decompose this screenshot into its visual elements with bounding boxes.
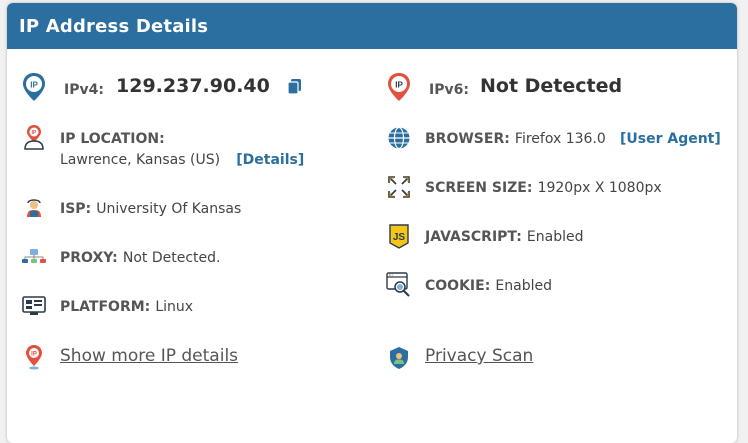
proxy-label: PROXY: (60, 250, 118, 266)
isp-icon (21, 195, 47, 221)
card-header: IP Address Details (7, 3, 737, 49)
ipv4-row: IPv4: (64, 79, 104, 98)
shield-user-icon (386, 345, 412, 371)
browser-label: BROWSER: (425, 131, 510, 147)
javascript-row: JAVASCRIPT: Enabled (425, 226, 583, 245)
cookie-label: COOKIE: (425, 278, 491, 294)
isp-value: University Of Kansas (96, 201, 242, 217)
cookie-search-icon (386, 271, 412, 297)
proxy-row: PROXY: Not Detected. (60, 247, 220, 266)
svg-text:IP: IP (30, 81, 38, 90)
user-agent-link[interactable]: [User Agent] (620, 131, 721, 147)
javascript-icon: JS (386, 223, 412, 249)
card-title: IP Address Details (19, 15, 209, 37)
svg-text:IP: IP (32, 130, 37, 136)
show-more-row: Show more IP details (60, 346, 238, 366)
svg-text:IP: IP (395, 81, 403, 90)
ipv6-row: IPv6: (429, 79, 469, 98)
proxy-value: Not Detected. (122, 250, 221, 266)
ipv4-value: 129.237.90.40 (116, 75, 270, 97)
cookie-row: COOKIE: Enabled (425, 275, 552, 294)
expand-arrows-icon (386, 174, 412, 200)
privacy-scan-link[interactable]: Privacy Scan (425, 346, 533, 366)
location-details-link[interactable]: [Details] (236, 152, 304, 168)
ip-details-card: IP Address Details IP IPv4: 129.237.90.4… (7, 3, 737, 443)
ipv6-value-wrap: Not Detected (480, 75, 622, 97)
platform-row: PLATFORM: Linux (60, 296, 193, 315)
cookie-value: Enabled (495, 278, 552, 294)
javascript-value: Enabled (526, 229, 584, 245)
javascript-label: JAVASCRIPT: (425, 229, 522, 245)
browser-value: Firefox 136.0 (514, 131, 606, 147)
svg-text:IP: IP (31, 352, 37, 358)
isp-label: ISP: (60, 201, 92, 217)
location-person-icon: IP (21, 124, 47, 150)
ipv6-label: IPv6: (429, 82, 469, 98)
screen-value: 1920px X 1080px (537, 180, 662, 196)
location-label: IP LOCATION: (60, 131, 165, 147)
ip-pin-red-icon: IP (386, 73, 412, 101)
browser-row: BROWSER: Firefox 136.0 [User Agent] (425, 128, 721, 147)
ipv4-value-wrap: 129.237.90.40 (116, 75, 270, 97)
location-value: Lawrence, Kansas (US) (60, 152, 221, 168)
svg-text:JS: JS (393, 232, 406, 243)
screen-row: SCREEN SIZE: 1920px X 1080px (425, 177, 662, 196)
location-value-line: Lawrence, Kansas (US) [Details] (60, 149, 304, 168)
show-more-link[interactable]: Show more IP details (60, 346, 238, 366)
ip-pin-icon: IP (21, 73, 47, 101)
isp-row: ISP: University Of Kansas (60, 198, 241, 217)
privacy-row: Privacy Scan (425, 346, 533, 366)
screen-label: SCREEN SIZE: (425, 180, 533, 196)
ip-pin-small-icon: IP (21, 344, 47, 370)
ipv6-value: Not Detected (480, 75, 623, 97)
platform-value: Linux (155, 299, 194, 315)
globe-icon (386, 125, 412, 151)
copy-icon[interactable] (284, 76, 306, 98)
platform-label: PLATFORM: (60, 299, 151, 315)
proxy-icon (21, 244, 47, 270)
platform-icon (21, 293, 47, 319)
ipv4-label: IPv4: (64, 82, 104, 98)
location-label-line: IP LOCATION: (60, 128, 165, 147)
